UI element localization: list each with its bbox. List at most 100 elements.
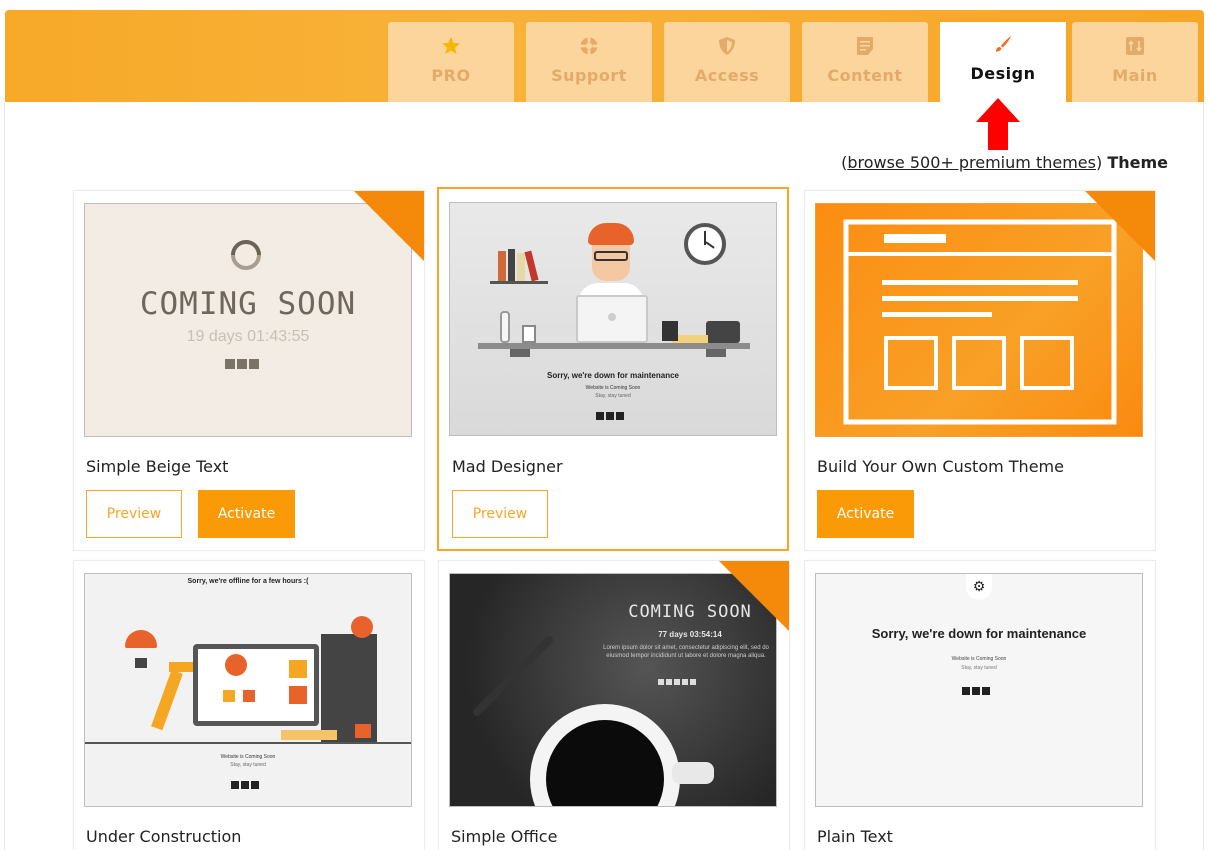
paintbrush-icon: [996, 36, 1011, 52]
youtube-icon: [249, 359, 259, 369]
tab-design[interactable]: Design: [940, 18, 1066, 102]
card-title: Under Construction: [86, 827, 242, 846]
social-icon: [658, 679, 664, 685]
gear-badge: ⚙: [966, 574, 992, 600]
thumb-countdown: 19 days 01:43:55: [186, 328, 310, 345]
book: [508, 249, 515, 281]
thumb-sub: Website is Coming Soon: [951, 656, 1007, 662]
laptop-logo: [608, 313, 616, 321]
pen: [471, 634, 555, 718]
desk-leg: [510, 349, 530, 357]
ground-line: [85, 742, 411, 744]
tab-access[interactable]: Access: [664, 22, 790, 102]
tab-pro[interactable]: PRO: [388, 22, 514, 102]
star-icon: [442, 37, 460, 54]
social-icons: [658, 672, 696, 690]
facebook-icon: [231, 781, 239, 789]
designer-hair: [588, 223, 634, 245]
tab-label: Access: [694, 66, 760, 85]
preview-button[interactable]: Preview: [86, 490, 182, 538]
social-icons: [225, 356, 259, 374]
activate-button[interactable]: Activate: [817, 490, 914, 538]
block: [289, 660, 307, 678]
tab-label: Support: [551, 66, 627, 85]
social-icon: [690, 679, 696, 685]
facebook-icon: [596, 412, 604, 420]
thumb-sub2: Stay, stay tuned: [961, 665, 997, 671]
pencil-cup: [662, 321, 678, 341]
thumb-heading: Sorry, we're down for maintenance: [871, 626, 1087, 641]
designer-glasses: [594, 251, 628, 261]
desk-leg: [706, 349, 726, 357]
block: [223, 690, 235, 702]
thumb-sub: Website is Coming Soon: [585, 385, 641, 391]
lifebuoy-icon: [580, 37, 598, 55]
twitter-icon: [237, 359, 247, 369]
panel-border-left: [4, 102, 5, 850]
card-title: Mad Designer: [452, 457, 563, 476]
browse-themes-line: (browse 500+ premium themes) Theme: [841, 153, 1168, 172]
browse-premium-themes-link[interactable]: browse 500+ premium themes: [847, 153, 1096, 172]
googleplus-icon: [251, 781, 259, 789]
theme-thumbnail[interactable]: ⚙ Sorry, we're down for maintenance Webs…: [815, 573, 1143, 807]
gem: [355, 724, 371, 738]
tab-bar: PRO Support Access Content Design Main: [0, 0, 1208, 102]
premium-ribbon: [1085, 191, 1155, 261]
bottle: [500, 311, 510, 343]
social-icon: [674, 679, 680, 685]
twitter-icon: [606, 412, 614, 420]
tab-support[interactable]: Support: [526, 22, 652, 102]
book: [517, 253, 525, 281]
theme-card-simple-beige-text: COMING SOON 19 days 01:43:55 Simple Beig…: [73, 190, 425, 551]
app: PRO Support Access Content Design Main (…: [0, 0, 1208, 850]
theme-card-build-your-own: Build Your Own Custom Theme Activate: [804, 190, 1156, 551]
googleplus-icon: [616, 412, 624, 420]
social-icons: [231, 776, 259, 794]
theme-thumbnail[interactable]: Sorry, we're offline for a few hours :( …: [84, 573, 412, 807]
theme-card-simple-office: COMING SOON 77 days 03:54:14 Lorem ipsum…: [438, 560, 790, 850]
theme-label: Theme: [1107, 153, 1168, 172]
sliders-icon: [1126, 37, 1144, 55]
parachute: [125, 630, 157, 648]
theme-card-mad-designer: Sorry, we're down for maintenance Websit…: [437, 187, 789, 551]
check-badge: [351, 616, 373, 638]
block: [243, 690, 255, 702]
thumb-sub2: Stay, stay tuned: [230, 762, 266, 768]
mug: [522, 325, 536, 343]
loading-ring-icon: [231, 240, 261, 270]
theme-card-under-construction: Sorry, we're offline for a few hours :( …: [73, 560, 425, 850]
parachute-box: [135, 658, 147, 668]
premium-ribbon: [719, 561, 789, 631]
block: [289, 686, 307, 704]
activate-button[interactable]: Activate: [198, 490, 295, 538]
thumb-body: Lorem ipsum dolor sit amet, consectetur …: [603, 645, 769, 659]
preview-button[interactable]: Preview: [452, 490, 548, 538]
tab-label: Main: [1112, 66, 1158, 85]
thumb-countdown: 77 days 03:54:14: [658, 630, 722, 639]
thumb-sub: Website is Coming Soon: [220, 754, 276, 760]
paren-close: ): [1095, 153, 1103, 172]
thumb-sub2: Stay, stay tuned: [595, 393, 631, 399]
theme-card-plain-text: ⚙ Sorry, we're down for maintenance Webs…: [804, 560, 1156, 850]
facebook-icon: [225, 359, 235, 369]
googleplus-icon: [982, 687, 990, 695]
card-title: Plain Text: [817, 827, 893, 846]
facebook-icon: [962, 687, 970, 695]
panel-border-right: [1203, 102, 1204, 850]
thumb-heading: Sorry, we're down for maintenance: [546, 371, 679, 380]
tab-content[interactable]: Content: [802, 22, 928, 102]
theme-thumbnail[interactable]: Sorry, we're down for maintenance Websit…: [449, 202, 777, 436]
arrow-up-icon: [976, 98, 1020, 150]
tab-label: Design: [970, 64, 1036, 83]
book: [498, 251, 506, 281]
wordpress-badge: [225, 654, 247, 676]
thumb-heading: COMING SOON: [139, 286, 357, 322]
camera: [706, 321, 740, 343]
card-title: Simple Office: [451, 827, 558, 846]
tab-label: PRO: [431, 66, 471, 85]
tab-main[interactable]: Main: [1072, 22, 1198, 102]
shield-icon: [719, 37, 735, 55]
tab-label: Content: [827, 66, 903, 85]
social-icon: [682, 679, 688, 685]
twitter-icon: [241, 781, 249, 789]
